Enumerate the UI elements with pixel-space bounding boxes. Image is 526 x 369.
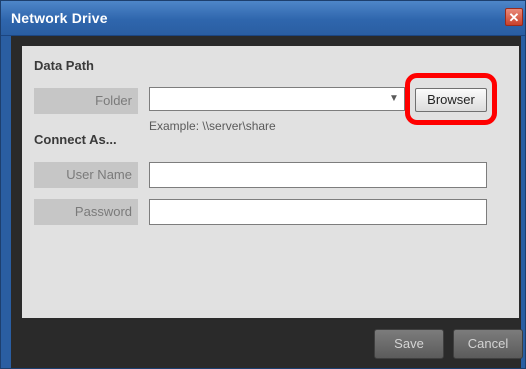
dialog-title: Network Drive <box>11 10 108 26</box>
highlight-box <box>405 73 497 125</box>
window-frame-left <box>1 36 11 368</box>
chevron-down-icon[interactable]: ▼ <box>385 89 403 109</box>
folder-label: Folder <box>34 88 138 114</box>
title-bar[interactable]: Network Drive ✕ <box>1 1 525 36</box>
password-input[interactable] <box>149 199 487 225</box>
connect-as-heading: Connect As... <box>34 132 117 147</box>
network-drive-dialog: Network Drive ✕ Data Path Folder ▼ Brows… <box>0 0 526 369</box>
path-example-hint: Example: \\server\share <box>149 119 276 133</box>
folder-combobox[interactable]: ▼ <box>149 87 405 111</box>
username-input[interactable] <box>149 162 487 188</box>
close-icon: ✕ <box>508 10 520 25</box>
close-button[interactable]: ✕ <box>505 8 523 26</box>
save-button[interactable]: Save <box>374 329 444 359</box>
cancel-button[interactable]: Cancel <box>453 329 523 359</box>
window-frame-right <box>521 36 525 368</box>
password-label: Password <box>34 199 138 225</box>
username-label: User Name <box>34 162 138 188</box>
data-path-heading: Data Path <box>34 58 94 73</box>
